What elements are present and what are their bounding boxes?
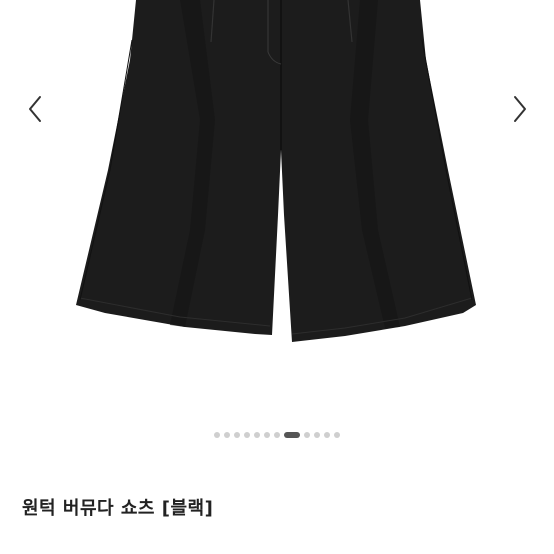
image-gallery[interactable] bbox=[0, 0, 554, 420]
slide-dot[interactable] bbox=[224, 432, 230, 438]
slide-dot[interactable] bbox=[234, 432, 240, 438]
slide-indicator bbox=[0, 430, 554, 440]
slide-dot[interactable] bbox=[254, 432, 260, 438]
slide-dot-active[interactable] bbox=[284, 432, 300, 438]
slide-dot[interactable] bbox=[214, 432, 220, 438]
slide-dot[interactable] bbox=[314, 432, 320, 438]
previous-image-button[interactable] bbox=[20, 92, 50, 126]
slide-dot[interactable] bbox=[304, 432, 310, 438]
slide-dot[interactable] bbox=[324, 432, 330, 438]
chevron-left-icon bbox=[29, 96, 41, 122]
slide-dot[interactable] bbox=[264, 432, 270, 438]
product-page: 원턱 버뮤다 쇼츠 [블랙] bbox=[0, 0, 554, 554]
chevron-right-icon bbox=[514, 96, 526, 122]
slide-dot[interactable] bbox=[334, 432, 340, 438]
slide-dot[interactable] bbox=[274, 432, 280, 438]
shorts-body bbox=[76, 0, 476, 342]
next-image-button[interactable] bbox=[505, 92, 535, 126]
product-image bbox=[76, 0, 476, 342]
slide-dot[interactable] bbox=[244, 432, 250, 438]
product-title: 원턱 버뮤다 쇼츠 [블랙] bbox=[22, 498, 214, 519]
